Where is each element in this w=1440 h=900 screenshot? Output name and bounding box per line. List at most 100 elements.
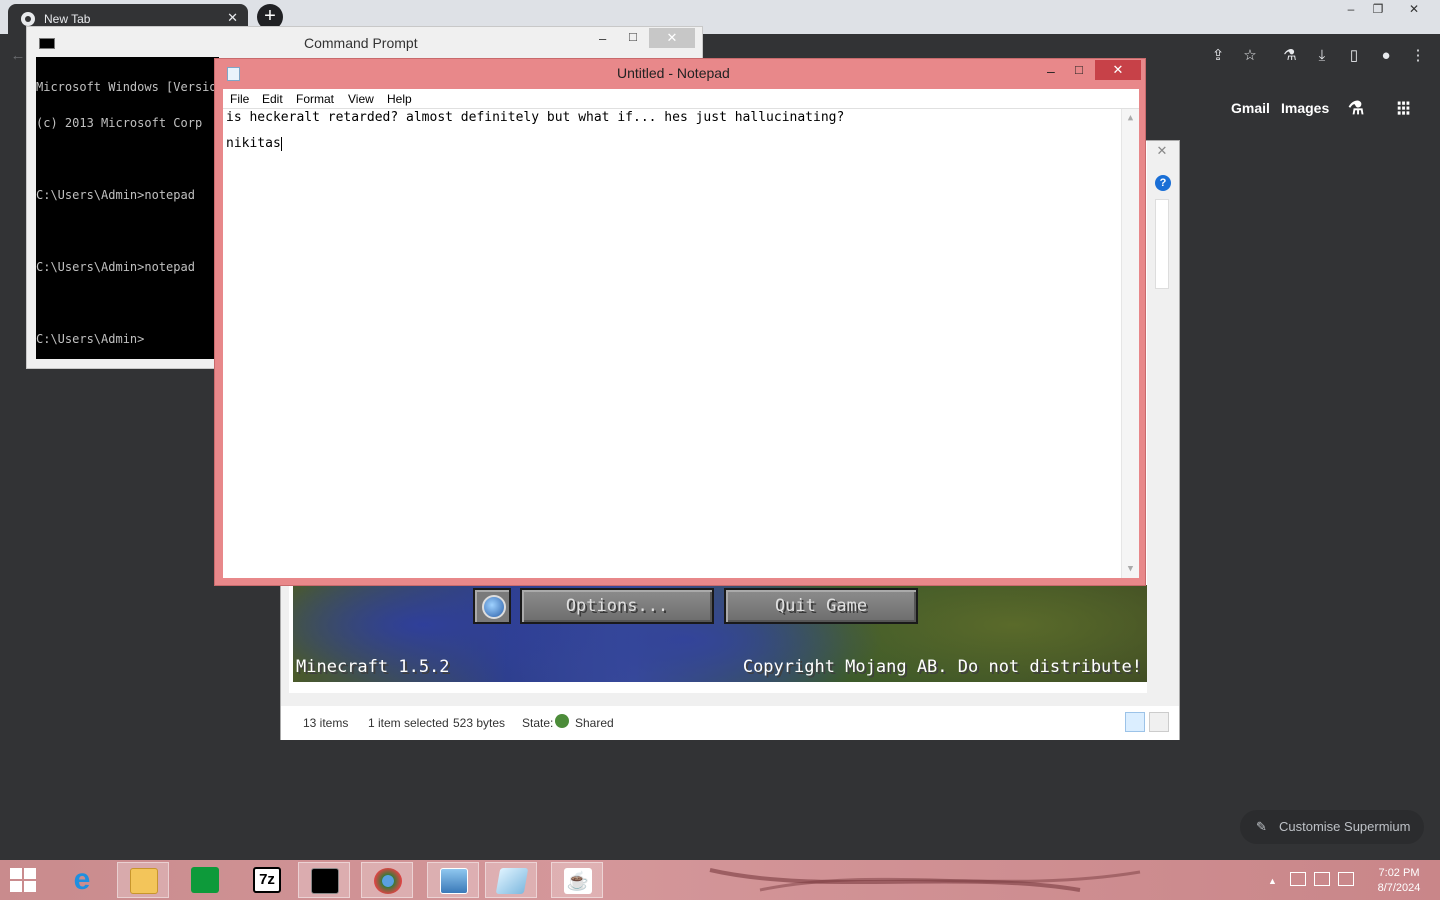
- details-view-button[interactable]: [1125, 712, 1145, 732]
- state-label: State:: [522, 716, 554, 730]
- internet-explorer-icon: e: [73, 863, 91, 896]
- tab-close-button[interactable]: ✕: [227, 10, 238, 26]
- version-label: Minecraft 1.5.2: [296, 657, 450, 677]
- text-caret: [280, 136, 282, 151]
- text-line-2-content: nikitas: [226, 136, 281, 151]
- notepad-title: Untitled - Notepad: [617, 65, 730, 81]
- text-line-2: nikitas: [226, 136, 282, 151]
- action-center-flag-icon[interactable]: [1290, 872, 1306, 886]
- console-line: (c) 2013 Microsoft Corp: [36, 116, 203, 130]
- explorer-status-bar: 13 items 1 item selected 523 bytes State…: [281, 706, 1179, 740]
- copyright-label: Copyright Mojang AB. Do not distribute!: [742, 657, 1142, 677]
- console-line: C:\Users\Admin>notepad: [36, 260, 195, 274]
- cmd-minimize-button[interactable]: –: [599, 31, 606, 46]
- notepad-window: Untitled - Notepad – □ ✕ File Edit Forma…: [214, 58, 1146, 586]
- tray-overflow-arrow-icon[interactable]: ▲: [1268, 876, 1277, 886]
- apps-grid-icon[interactable]: ⁝⁝⁝: [1396, 96, 1411, 121]
- menu-help[interactable]: Help: [387, 92, 412, 106]
- labs-flask-icon[interactable]: ⚗: [1280, 46, 1300, 66]
- window-restore-button[interactable]: ❐: [1360, 0, 1396, 20]
- taskbar: e 7z ☕ ▲ 7:02 PM 8/7/2024: [0, 860, 1440, 900]
- selection-count: 1 item selected: [368, 716, 449, 730]
- share-icon[interactable]: ⇪: [1208, 46, 1228, 66]
- chrome-favicon-icon: [21, 12, 35, 26]
- cmd-app-icon: [39, 38, 55, 49]
- profile-icon[interactable]: ●: [1376, 46, 1396, 66]
- customise-button[interactable]: ✎ Customise Supermium: [1240, 810, 1424, 844]
- help-icon[interactable]: ?: [1155, 175, 1171, 191]
- gmail-link[interactable]: Gmail: [1231, 100, 1270, 116]
- console-line: C:\Users\Admin>: [36, 332, 145, 346]
- menu-edit[interactable]: Edit: [262, 92, 283, 106]
- chrome-like-icon: [374, 868, 402, 894]
- pencil-icon: ✎: [1256, 819, 1267, 834]
- notepad-close-button[interactable]: ✕: [1095, 60, 1141, 80]
- cmd-title: Command Prompt: [304, 35, 418, 51]
- notepad-taskbar-button[interactable]: [485, 862, 537, 898]
- shared-users-icon: [555, 714, 569, 728]
- photo-viewer-button[interactable]: [427, 862, 479, 898]
- photo-viewer-icon: [440, 868, 468, 894]
- notepad-text-area[interactable]: is heckeralt retarded? almost definitely…: [223, 109, 1139, 578]
- store-icon: [191, 867, 219, 893]
- browser-taskbar-button[interactable]: [361, 862, 413, 898]
- console-line: Microsoft Windows [Version: [36, 80, 219, 94]
- star-icon[interactable]: ☆: [1240, 46, 1260, 66]
- items-count: 13 items: [303, 716, 349, 730]
- menu-format[interactable]: Format: [296, 92, 334, 106]
- large-icons-view-button[interactable]: [1149, 712, 1169, 732]
- menu-view[interactable]: View: [348, 92, 374, 106]
- language-globe-icon[interactable]: [473, 588, 511, 624]
- minecraft-window: Options... Quit Game Minecraft 1.5.2 Cop…: [293, 585, 1147, 682]
- sidepanel-icon[interactable]: ▯: [1344, 46, 1364, 66]
- explorer-scrollbar[interactable]: [1155, 199, 1169, 289]
- file-explorer-icon: [130, 868, 158, 894]
- cmd-console[interactable]: Microsoft Windows [Version (c) 2013 Micr…: [36, 57, 219, 359]
- file-explorer-button[interactable]: [117, 862, 169, 898]
- notepad-titlebar[interactable]: Untitled - Notepad – □ ✕: [215, 59, 1145, 89]
- images-link[interactable]: Images: [1281, 100, 1329, 116]
- wallpaper-swoosh: [709, 868, 1141, 892]
- system-clock[interactable]: 7:02 PM 8/7/2024: [1372, 866, 1426, 896]
- labs-flask-icon[interactable]: ⚗: [1348, 98, 1364, 119]
- java-taskbar-button[interactable]: ☕: [551, 862, 603, 898]
- windows-start-icon[interactable]: [10, 868, 38, 894]
- explorer-pane-close-button[interactable]: ✕: [1147, 143, 1177, 159]
- console-line: C:\Users\Admin>notepad: [36, 188, 195, 202]
- cmd-titlebar[interactable]: Command Prompt – □ ✕: [27, 27, 702, 57]
- store-button[interactable]: [179, 862, 231, 898]
- menu-file[interactable]: File: [230, 92, 249, 106]
- java-icon: ☕: [564, 868, 592, 894]
- notepad-menubar: File Edit Format View Help: [223, 89, 1139, 109]
- cmd-maximize-button[interactable]: □: [629, 29, 637, 44]
- cmd-close-button[interactable]: ✕: [649, 28, 695, 48]
- clock-date: 8/7/2024: [1377, 882, 1421, 894]
- tab-title: New Tab: [44, 12, 91, 26]
- window-close-button[interactable]: ✕: [1396, 0, 1432, 20]
- scroll-up-arrow-icon[interactable]: ▲: [1122, 113, 1139, 123]
- notepad-maximize-button[interactable]: □: [1075, 62, 1083, 77]
- notepad-minimize-button[interactable]: –: [1047, 63, 1055, 79]
- quit-game-button[interactable]: Quit Game: [724, 588, 918, 624]
- cmd-icon: [311, 868, 339, 894]
- scroll-down-arrow-icon[interactable]: ▼: [1122, 564, 1139, 574]
- notepad-vertical-scrollbar[interactable]: ▲ ▼: [1121, 109, 1139, 578]
- notepad-icon: [495, 868, 529, 894]
- notepad-app-icon: [227, 67, 240, 81]
- selection-size: 523 bytes: [453, 716, 506, 730]
- cmd-taskbar-button[interactable]: [298, 862, 350, 898]
- network-icon[interactable]: [1314, 872, 1330, 886]
- 7zip-button[interactable]: 7z: [241, 862, 293, 898]
- customise-label: Customise Supermium: [1279, 819, 1411, 834]
- back-arrow-icon[interactable]: ←: [8, 46, 28, 66]
- volume-muted-icon[interactable]: [1338, 872, 1354, 886]
- options-button[interactable]: Options...: [520, 588, 714, 624]
- 7zip-icon: 7z: [253, 867, 281, 893]
- menu-kebab-icon[interactable]: ⋮: [1408, 46, 1428, 66]
- download-icon[interactable]: ⤓: [1312, 46, 1332, 66]
- internet-explorer-button[interactable]: e: [56, 862, 108, 898]
- clock-time: 7:02 PM: [1378, 867, 1420, 879]
